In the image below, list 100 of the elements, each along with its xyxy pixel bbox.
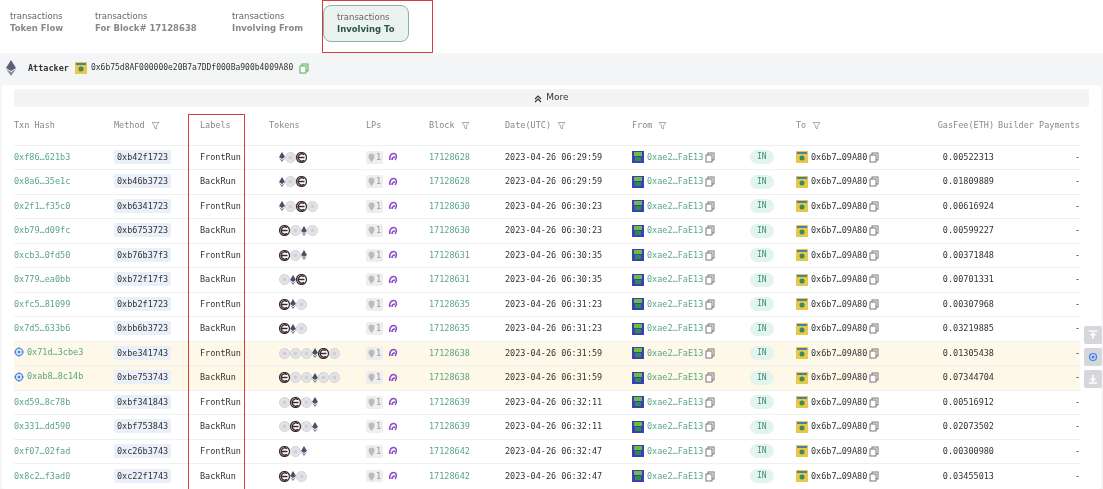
txn-hash-link[interactable]: 0xfc5…81099 (14, 297, 71, 311)
block-link[interactable]: 17128639 (429, 421, 470, 432)
pin-icon (368, 177, 375, 187)
txn-hash-link[interactable]: 0x331…dd590 (14, 420, 71, 434)
txn-hash-link[interactable]: 0xcb3…0fd50 (14, 248, 71, 262)
coin-icon (296, 323, 307, 335)
avatar-icon (632, 151, 644, 164)
locate-button[interactable] (1084, 348, 1102, 366)
copy-icon (869, 372, 880, 384)
block-link[interactable]: 17128638 (429, 372, 470, 383)
block-link[interactable]: 17128630 (429, 225, 470, 236)
lp-count: 1 (366, 273, 384, 287)
address-link[interactable]: 0xae2…FaE13 (647, 322, 704, 336)
token-icon (296, 151, 307, 163)
txn-hash-link[interactable]: 0x7d5…633b6 (14, 322, 71, 336)
address-link[interactable]: 0xae2…FaE13 (647, 469, 704, 483)
coin-icon (329, 372, 340, 384)
address-link[interactable]: 0xae2…FaE13 (647, 395, 704, 409)
block-link[interactable]: 17128631 (429, 274, 470, 285)
txn-hash-link[interactable]: 0x8c2…f3ad0 (14, 469, 71, 483)
address-link[interactable]: 0xae2…FaE13 (647, 297, 704, 311)
direction-badge: IN (750, 150, 774, 165)
builder-payment: - (1074, 445, 1080, 456)
filter-icon[interactable] (658, 121, 668, 131)
builder-payment: - (1074, 249, 1080, 260)
tab[interactable]: transactions Involving To (323, 5, 409, 42)
txn-hash-link[interactable]: 0x8a6…35e1c (14, 175, 71, 189)
gas-fee: 0.00300980 (942, 445, 994, 456)
txn-hash-link[interactable]: 0x71d…3cbe3 (27, 345, 84, 359)
block-link[interactable]: 17128630 (429, 200, 470, 211)
scroll-top-button[interactable] (1084, 326, 1102, 344)
block-link[interactable]: 17128635 (429, 323, 470, 334)
filter-icon[interactable] (460, 121, 470, 131)
txn-hash-link[interactable]: 0xab8…8c14b (27, 370, 84, 383)
column-header: To (796, 119, 807, 133)
tab[interactable]: transactions Involving From (232, 4, 323, 41)
copy-icon (299, 62, 310, 74)
block-link[interactable]: 17128631 (429, 249, 470, 260)
block-link[interactable]: 17128642 (429, 470, 470, 481)
block-link[interactable]: 17128628 (429, 176, 470, 187)
lp-count: 1 (366, 175, 384, 189)
address-text: 0x6b7…09A80 (811, 175, 868, 189)
pin-icon (368, 373, 375, 383)
avatar-icon (632, 175, 644, 188)
address-link[interactable]: 0xae2…FaE13 (647, 346, 704, 360)
coin-icon (301, 347, 312, 359)
block-link[interactable]: 17128639 (429, 396, 470, 407)
upload-icon (1088, 330, 1098, 340)
block-link[interactable]: 17128635 (429, 298, 470, 309)
more-button[interactable]: More (14, 89, 1089, 107)
txn-hash-link[interactable]: 0xf86…621b3 (14, 150, 71, 164)
filter-icon[interactable] (150, 121, 160, 131)
target-icon (1088, 352, 1098, 362)
tab[interactable]: transactions For Block# 17128638 (95, 4, 232, 41)
address-link[interactable]: 0xae2…FaE13 (647, 224, 704, 238)
address-link[interactable]: 0xae2…FaE13 (647, 248, 704, 262)
ethereum-icon (279, 201, 285, 212)
address-link[interactable]: 0xae2…FaE13 (647, 371, 704, 385)
block-link[interactable]: 17128638 (429, 347, 470, 358)
address-link[interactable]: 0xae2…FaE13 (647, 199, 704, 213)
pin-icon (368, 226, 375, 236)
avatar-icon (796, 347, 808, 360)
txn-hash-link[interactable]: 0xd59…8c78b (14, 395, 71, 409)
method-tag: 0xb42f1723 (114, 149, 172, 164)
address-link[interactable]: 0xae2…FaE13 (647, 175, 704, 189)
builder-payment: - (1074, 421, 1080, 432)
direction-badge: IN (750, 395, 774, 410)
gas-fee: 0.02073502 (942, 421, 994, 432)
avatar-icon (74, 62, 87, 74)
date-text: 2023-04-26 06:30:35 (505, 274, 603, 285)
address-link[interactable]: 0xae2…FaE13 (647, 150, 704, 164)
method-tag: 0xc22f1743 (114, 468, 172, 483)
block-link[interactable]: 17128642 (429, 445, 470, 456)
run-label: BackRun (200, 274, 236, 285)
tab[interactable]: transactions Token Flow (10, 4, 95, 41)
pin-icon (368, 275, 375, 285)
filter-icon[interactable] (557, 121, 567, 131)
txn-hash-link[interactable]: 0x779…ea0bb (14, 273, 71, 287)
ethereum-icon (301, 225, 307, 236)
address-text: 0x6b7…09A80 (811, 150, 868, 164)
address-link[interactable]: 0xae2…FaE13 (647, 444, 704, 458)
txn-hash-link[interactable]: 0xf07…02fad (14, 444, 71, 458)
run-label: FrontRun (200, 200, 241, 211)
ethereum-icon (312, 348, 318, 359)
txn-hash-link[interactable]: 0xb79…d09fc (14, 224, 71, 238)
avatar-icon (632, 371, 644, 384)
column-header: Txn Hash (14, 119, 55, 133)
download-button[interactable] (1084, 370, 1102, 388)
copy-icon (869, 323, 880, 335)
address-link[interactable]: 0xae2…FaE13 (647, 420, 704, 434)
txn-hash-link[interactable]: 0x2f1…f35c0 (14, 199, 71, 213)
date-text: 2023-04-26 06:32:47 (505, 470, 603, 481)
coin-icon (290, 225, 301, 237)
avatar-icon (796, 151, 808, 164)
filter-icon[interactable] (812, 121, 822, 131)
block-link[interactable]: 17128628 (429, 151, 470, 162)
direction-badge: IN (750, 444, 774, 459)
coin-icon (290, 249, 301, 261)
token-icon (290, 421, 301, 433)
address-link[interactable]: 0xae2…FaE13 (647, 273, 704, 287)
